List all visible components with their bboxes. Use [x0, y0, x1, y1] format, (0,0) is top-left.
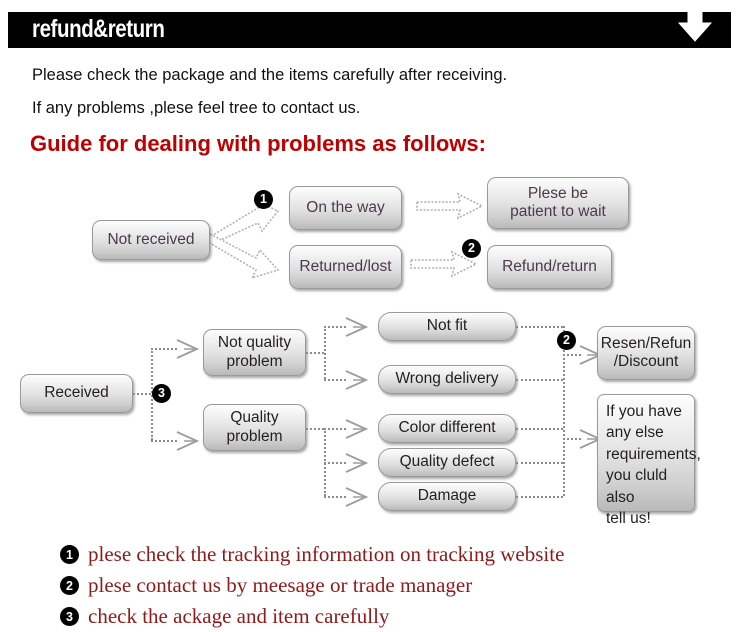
- connector-to-quality: [151, 440, 177, 442]
- circled-number-icon: 1: [60, 545, 79, 564]
- node-received: Received: [20, 374, 133, 413]
- note-line-4: you cluld also: [606, 467, 668, 506]
- footer-item-label: plese contact us by meesage or trade man…: [88, 573, 473, 597]
- connector-received-stub: [133, 393, 151, 395]
- footer-item-label: check the ackage and item carefully: [88, 604, 390, 628]
- node-not-quality-line2: problem: [226, 352, 283, 370]
- connector-to-not-quality: [151, 348, 177, 350]
- circled-number-icon: 2: [60, 576, 79, 595]
- node-issue-not-fit: Not fit: [378, 312, 516, 341]
- list-item: 2 plese contact us by meesage or trade m…: [60, 570, 720, 601]
- merge-stub-damage: [516, 496, 563, 498]
- note-line-5: tell us!: [606, 509, 651, 527]
- connector-q-to-damage: [324, 496, 346, 498]
- intro-line-2: If any problems ,plese feel tree to cont…: [32, 99, 361, 117]
- arrowhead-quality-defect: [345, 453, 369, 473]
- note-line-3: requirements,: [606, 445, 701, 463]
- merge-stub-wrong-delivery: [516, 379, 563, 381]
- arrow-on-the-way-to-wait: [416, 192, 484, 220]
- node-issue-damage: Damage: [378, 482, 516, 511]
- connector-nq-to-wrongdelivery: [324, 379, 346, 381]
- node-issue-quality-defect: Quality defect: [378, 448, 516, 477]
- node-plese-be-patient-line2: patient to wait: [510, 203, 606, 220]
- node-returned-lost: Returned/lost: [289, 245, 402, 289]
- header-bar: refund&return: [8, 12, 731, 48]
- arrowhead-wrong-delivery: [345, 370, 369, 390]
- circled-number-icon: 3: [60, 607, 79, 626]
- node-not-received: Not received: [92, 220, 210, 260]
- node-issue-color-different: Color different: [378, 414, 516, 443]
- page-title: refund&return: [32, 15, 165, 43]
- merge-stub-quality-defect: [516, 462, 563, 464]
- connector-q-to-color: [324, 428, 346, 430]
- node-extra-requirements-note: If you have any else requirements, you c…: [597, 394, 701, 527]
- arrowhead-color-different: [345, 419, 369, 439]
- branch-arrows-top: [206, 198, 280, 280]
- node-outcome-line2: /Discount: [613, 353, 679, 370]
- arrowhead-damage: [345, 487, 369, 507]
- node-plese-be-patient: Plese be patient to wait: [487, 177, 629, 229]
- note-line-2: any else: [606, 424, 664, 442]
- merge-stub-not-fit: [516, 326, 563, 328]
- step-marker-3: 3: [152, 384, 171, 403]
- merge-stub-color-different: [516, 428, 563, 430]
- node-not-quality-problem: Not quality problem: [203, 329, 306, 376]
- down-arrow-icon: [677, 0, 713, 42]
- guide-heading: Guide for dealing with problems as follo…: [30, 131, 486, 156]
- node-on-the-way: On the way: [289, 186, 402, 230]
- list-item: 1 plese check the tracking information o…: [60, 539, 720, 570]
- footer-item-label: plese check the tracking information on …: [88, 542, 565, 566]
- note-line-1: If you have: [606, 403, 682, 420]
- arrowhead-not-quality: [176, 339, 200, 359]
- node-outcome-resend-refund-discount: Resen/Refun /Discount: [597, 326, 695, 380]
- node-refund-return: Refund/return: [487, 245, 612, 289]
- arrowhead-not-fit: [345, 317, 369, 337]
- intro-line-1: Please check the package and the items c…: [32, 66, 508, 84]
- connector-nq-split: [324, 326, 326, 379]
- merge-rail: [563, 326, 565, 496]
- list-item: 3 check the ackage and item carefully: [60, 601, 720, 632]
- node-quality-problem: Quality problem: [203, 404, 306, 451]
- node-quality-line2: problem: [226, 427, 283, 445]
- node-quality-line1: Quality: [230, 409, 279, 427]
- connector-nq-to-notfit: [324, 326, 346, 328]
- node-issue-wrong-delivery: Wrong delivery: [378, 365, 516, 394]
- step-marker-2-top: 2: [462, 239, 481, 258]
- arrowhead-quality: [176, 431, 200, 451]
- step-marker-2-bottom: 2: [557, 331, 576, 350]
- node-plese-be-patient-line1: Plese be: [527, 184, 589, 202]
- connector-q-to-defect: [324, 462, 346, 464]
- node-outcome-line1: Resen/Refun: [600, 334, 692, 352]
- footer-list: 1 plese check the tracking information o…: [60, 539, 720, 632]
- connector-nq-stub: [306, 352, 324, 354]
- node-not-quality-line1: Not quality: [217, 334, 292, 352]
- step-marker-1: 1: [254, 190, 273, 209]
- connector-q-stub: [306, 428, 324, 430]
